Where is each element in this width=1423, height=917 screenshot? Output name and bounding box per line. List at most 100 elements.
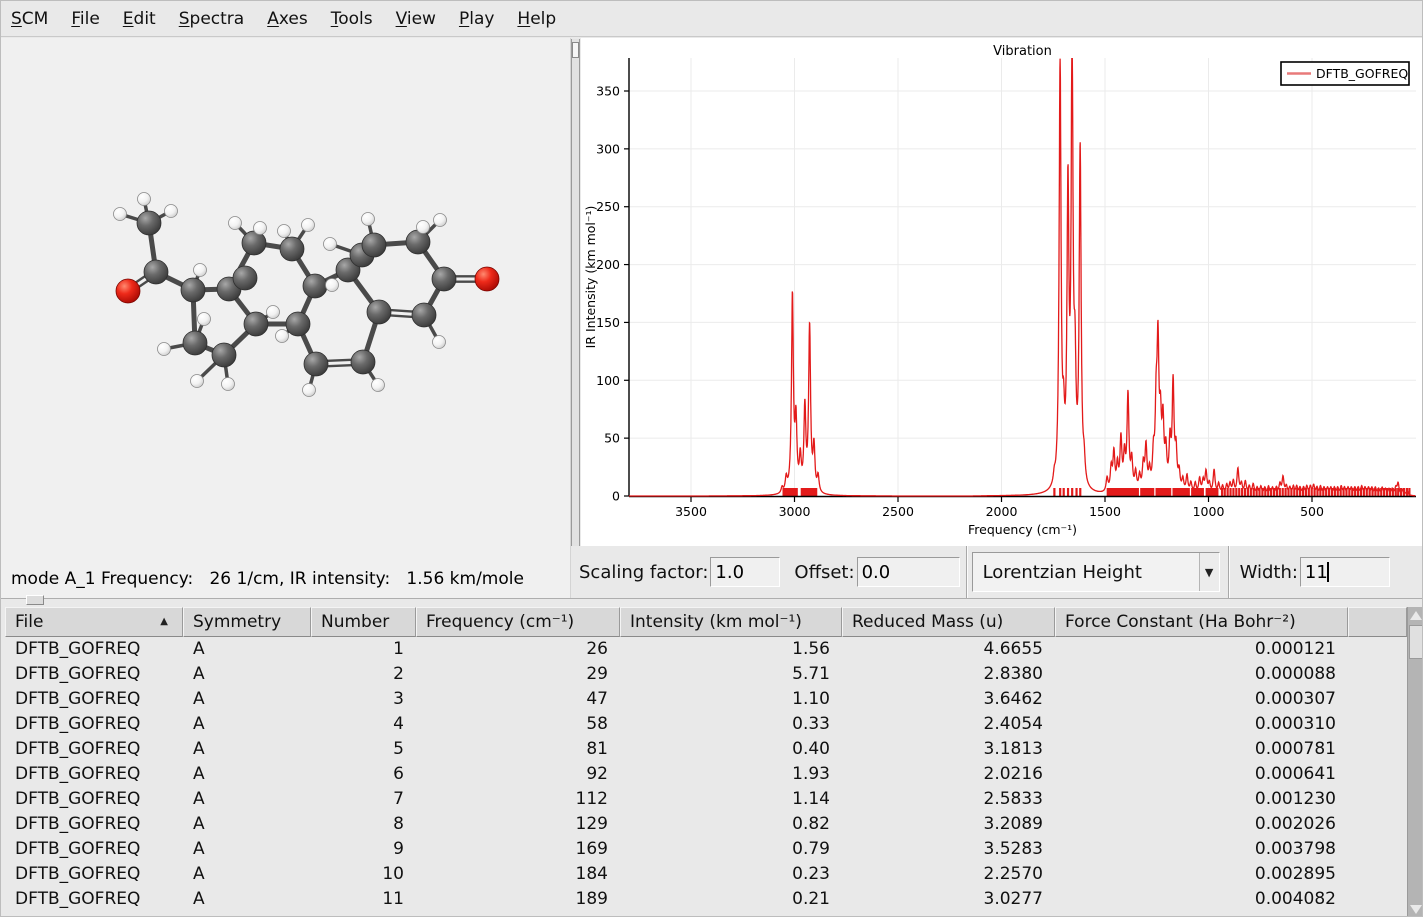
table-splitter[interactable] xyxy=(1,598,1423,607)
y-tick-label: 200 xyxy=(596,257,620,272)
molecule-panel[interactable]: mode A_1 Frequency: 26 1/cm, IR intensit… xyxy=(1,38,571,598)
hydrogen-atom[interactable] xyxy=(158,343,171,356)
menu-item-tools[interactable]: Tools xyxy=(331,9,373,29)
menu-item-spectra[interactable]: Spectra xyxy=(179,9,244,29)
table-row[interactable]: DFTB_GOFREQA3471.103.64620.000307 xyxy=(5,687,1407,712)
pane-separator xyxy=(966,546,968,598)
carbon-atom[interactable] xyxy=(351,350,375,374)
table-row[interactable]: DFTB_GOFREQA5810.403.18130.000781 xyxy=(5,737,1407,762)
table-row[interactable]: DFTB_GOFREQA111890.213.02770.004082 xyxy=(5,887,1407,912)
table-row[interactable]: DFTB_GOFREQA4580.332.40540.000310 xyxy=(5,712,1407,737)
hydrogen-atom[interactable] xyxy=(198,313,211,326)
hydrogen-atom[interactable] xyxy=(278,225,291,238)
carbon-atom[interactable] xyxy=(304,352,328,376)
splitter-handle[interactable] xyxy=(26,595,44,605)
hydrogen-atom[interactable] xyxy=(254,222,267,235)
column-header-file[interactable]: File▲ xyxy=(5,607,183,637)
cell: A xyxy=(183,687,311,712)
menu-item-scm[interactable]: SCM xyxy=(11,9,48,29)
carbon-atom[interactable] xyxy=(286,312,310,336)
hydrogen-atom[interactable] xyxy=(222,378,235,391)
hydrogen-atom[interactable] xyxy=(433,336,446,349)
hydrogen-atom[interactable] xyxy=(114,208,127,221)
cell: 0.002026 xyxy=(1055,812,1348,837)
table-scrollbar[interactable] xyxy=(1407,607,1423,917)
hydrogen-atom[interactable] xyxy=(417,221,430,234)
x-axis-title: Frequency (cm⁻¹) xyxy=(968,522,1077,537)
hydrogen-atom[interactable] xyxy=(372,379,385,392)
table-row[interactable]: DFTB_GOFREQA91690.793.52830.003798 xyxy=(5,837,1407,862)
menu-item-help[interactable]: Help xyxy=(517,9,556,29)
carbon-atom[interactable] xyxy=(137,211,161,235)
column-header-intensity[interactable]: Intensity (km mol⁻¹) xyxy=(620,607,842,637)
table-row[interactable]: DFTB_GOFREQA71121.142.58330.001230 xyxy=(5,787,1407,812)
carbon-atom[interactable] xyxy=(362,233,386,257)
oxygen-atom[interactable] xyxy=(475,267,499,291)
table-row[interactable]: DFTB_GOFREQA6921.932.02160.000641 xyxy=(5,762,1407,787)
plot-left-slider[interactable] xyxy=(571,39,580,546)
hydrogen-atom[interactable] xyxy=(362,213,375,226)
spectrum-controls: Scaling factor: Offset: Lorentzian Heigh… xyxy=(571,546,1423,598)
mode-marker-tick xyxy=(1238,488,1240,497)
molecule-3d-view[interactable] xyxy=(1,38,571,558)
combobox-dropdown-arrow-icon[interactable]: ▼ xyxy=(1199,553,1219,591)
carbon-atom[interactable] xyxy=(181,278,205,302)
column-header-number[interactable]: Number xyxy=(311,607,416,637)
hydrogen-atom[interactable] xyxy=(302,219,315,232)
lineshape-combobox[interactable]: Lorentzian Height ▼ xyxy=(972,552,1220,592)
column-header-force[interactable]: Force Constant (Ha Bohr⁻²) xyxy=(1055,607,1348,637)
hydrogen-atom[interactable] xyxy=(276,330,289,343)
menu-item-play[interactable]: Play xyxy=(459,9,494,29)
column-header-reduced[interactable]: Reduced Mass (u) xyxy=(842,607,1055,637)
hydrogen-atom[interactable] xyxy=(194,264,207,277)
hydrogen-atom[interactable] xyxy=(229,217,242,230)
offset-input[interactable] xyxy=(857,557,960,587)
column-header-frequency[interactable]: Frequency (cm⁻¹) xyxy=(416,607,620,637)
cell: 0.000307 xyxy=(1055,687,1348,712)
carbon-atom[interactable] xyxy=(367,300,391,324)
carbon-atom[interactable] xyxy=(406,230,430,254)
spectrum-plot[interactable]: 0501001502002503003503500300025002000150… xyxy=(581,38,1423,546)
mode-marker-block xyxy=(1172,488,1189,497)
table-row[interactable]: DFTB_GOFREQA101840.232.25700.002895 xyxy=(5,862,1407,887)
carbon-atom[interactable] xyxy=(144,260,168,284)
carbon-atom[interactable] xyxy=(303,274,327,298)
carbon-atom[interactable] xyxy=(432,267,456,291)
scaling-factor-input[interactable] xyxy=(710,557,780,587)
column-header-symmetry[interactable]: Symmetry xyxy=(183,607,311,637)
scrollbar-up-button[interactable] xyxy=(1408,607,1423,624)
table-row[interactable]: DFTB_GOFREQA2295.712.83800.000088 xyxy=(5,662,1407,687)
carbon-atom[interactable] xyxy=(183,331,207,355)
hydrogen-atom[interactable] xyxy=(326,279,339,292)
carbon-atom[interactable] xyxy=(244,312,268,336)
menu-item-edit[interactable]: Edit xyxy=(123,9,156,29)
hydrogen-atom[interactable] xyxy=(138,193,151,206)
scrollbar-down-button[interactable] xyxy=(1408,901,1423,917)
carbon-atom[interactable] xyxy=(412,303,436,327)
carbon-atom[interactable] xyxy=(212,343,236,367)
cell: 0.002895 xyxy=(1055,862,1348,887)
hydrogen-atom[interactable] xyxy=(267,306,280,319)
carbon-atom[interactable] xyxy=(242,231,266,255)
hydrogen-atom[interactable] xyxy=(165,205,178,218)
menu-item-axes[interactable]: Axes xyxy=(267,9,308,29)
scrollbar-thumb[interactable] xyxy=(1409,625,1423,659)
cell: A xyxy=(183,737,311,762)
cell: 9 xyxy=(311,837,416,862)
menu-item-view[interactable]: View xyxy=(396,9,436,29)
hydrogen-atom[interactable] xyxy=(434,214,447,227)
hydrogen-atom[interactable] xyxy=(324,238,337,251)
table-row[interactable]: DFTB_GOFREQA81290.823.20890.002026 xyxy=(5,812,1407,837)
table-row[interactable]: DFTB_GOFREQA1261.564.66550.000121 xyxy=(5,637,1407,662)
carbon-atom[interactable] xyxy=(280,237,304,261)
oxygen-atom[interactable] xyxy=(116,279,140,303)
hydrogen-atom[interactable] xyxy=(303,384,316,397)
width-input[interactable] xyxy=(1300,557,1390,587)
hydrogen-atom[interactable] xyxy=(191,375,204,388)
carbon-atom[interactable] xyxy=(233,266,257,290)
cell: DFTB_GOFREQ xyxy=(5,737,183,762)
x-tick-label: 2500 xyxy=(882,504,914,519)
menu-item-file[interactable]: File xyxy=(71,9,99,29)
plot-left-slider-thumb[interactable] xyxy=(572,42,579,58)
cell: 2.2570 xyxy=(842,862,1055,887)
